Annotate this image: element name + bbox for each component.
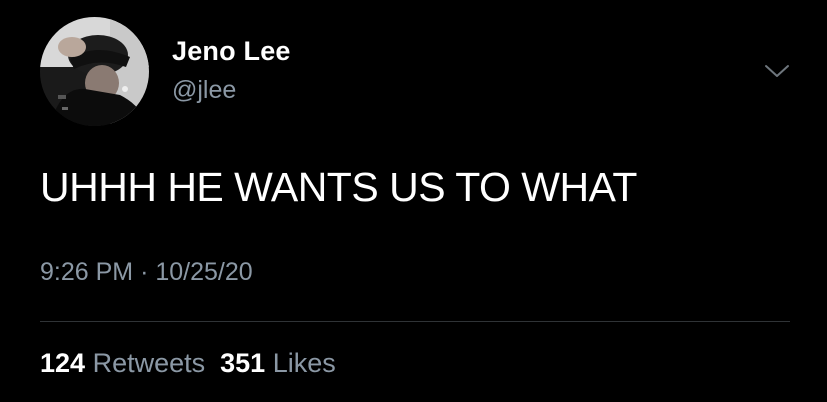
chevron-down-icon[interactable] [763,62,791,80]
like-count: 351 [220,348,266,378]
tweet-stats: 124 Retweets 351 Likes [40,348,351,379]
likes-link[interactable]: 351 Likes [220,348,336,379]
author-handle[interactable]: @jlee [172,76,236,105]
tweet-date: 10/25/20 [155,258,253,286]
meta-separator: · [140,258,149,286]
tweet-timestamp[interactable]: 9:26 PM · 10/25/20 [40,258,253,287]
retweet-count: 124 [40,348,86,378]
tweet-text: UHHH HE WANTS US TO WHAT [40,164,637,210]
tweet-time: 9:26 PM [40,258,134,286]
divider [40,321,790,322]
like-label: Likes [272,348,336,378]
avatar-photo [40,17,149,126]
tweet-card: Jeno Lee @jlee UHHH HE WANTS US TO WHAT … [0,0,827,402]
avatar[interactable] [40,17,149,126]
author-name[interactable]: Jeno Lee [172,36,291,67]
retweets-link[interactable]: 124 Retweets [40,348,205,379]
retweet-label: Retweets [92,348,206,378]
